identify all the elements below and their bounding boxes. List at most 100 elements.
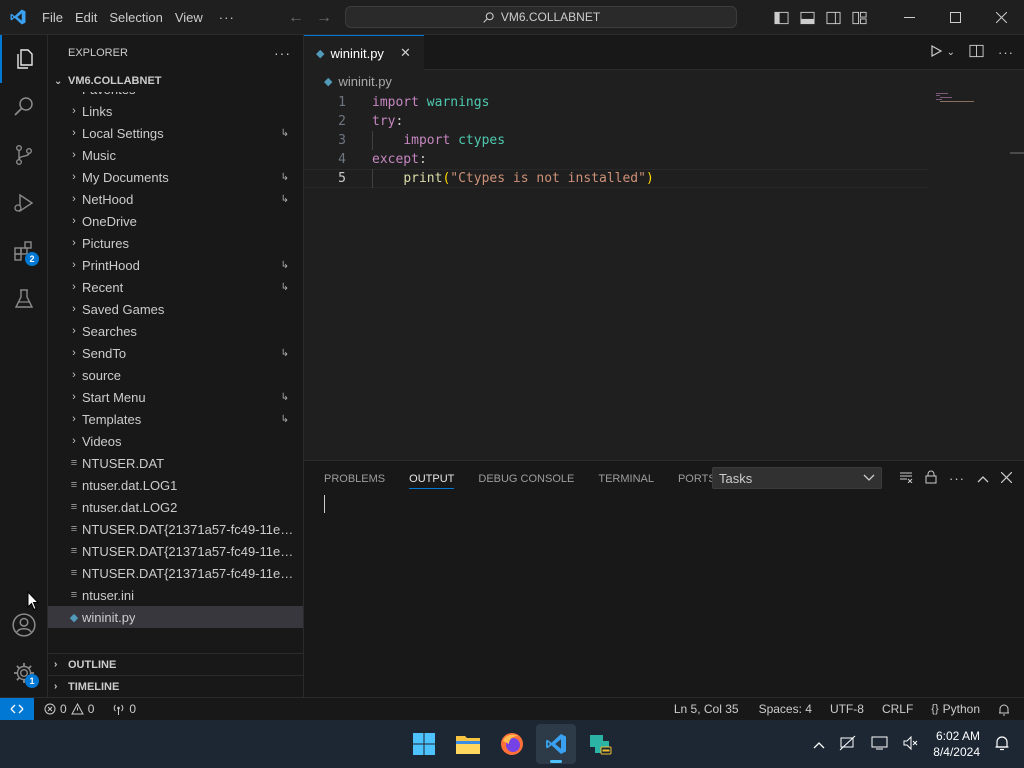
close-window-button[interactable]: [978, 0, 1024, 35]
problems-status[interactable]: 0 0: [38, 702, 100, 716]
panel-more-button[interactable]: ···: [949, 471, 965, 486]
back-arrow-icon[interactable]: ←: [288, 9, 304, 27]
clear-output-icon[interactable]: [899, 471, 913, 486]
notification-bell-icon[interactable]: [994, 734, 1010, 754]
vscode-taskbar-icon[interactable]: [536, 724, 576, 764]
file-item[interactable]: ≡ ntuser.dat.LOG2: [48, 496, 303, 518]
code-line[interactable]: 5 print("Ctypes is not installed"): [304, 169, 929, 188]
end-of-line[interactable]: CRLF: [876, 702, 919, 716]
forward-arrow-icon[interactable]: →: [316, 9, 332, 27]
file-item[interactable]: ≡ NTUSER.DAT{21371a57-fc49-11ee-a...: [48, 518, 303, 540]
code-line[interactable]: 2 try:: [304, 112, 929, 131]
editor-scrollbar[interactable]: [1010, 152, 1024, 154]
windows-start-icon[interactable]: [404, 724, 444, 764]
notifications-bell-icon[interactable]: [992, 703, 1016, 716]
breadcrumb-file[interactable]: wininit.py: [338, 74, 391, 89]
code-editor[interactable]: 1 import warnings 2 try: 3 import ctypes 4 exc…: [304, 92, 1024, 460]
folder-item[interactable]: ›Favorites: [48, 92, 303, 100]
file-item[interactable]: ≡ ntuser.ini: [48, 584, 303, 606]
maximize-button[interactable]: [932, 0, 978, 35]
split-editor-icon[interactable]: [969, 44, 984, 61]
command-center-search[interactable]: VM6.COLLABNET: [345, 6, 737, 28]
source-control-icon[interactable]: [0, 131, 48, 179]
minimize-button[interactable]: [886, 0, 932, 35]
tab-ports[interactable]: PORTS: [678, 473, 716, 485]
run-dropdown-chevron-icon[interactable]: ⌄: [947, 47, 955, 58]
search-view-icon[interactable]: [0, 83, 48, 131]
explorer-icon[interactable]: [0, 35, 48, 83]
network-status-icon[interactable]: [839, 735, 857, 754]
system-clock[interactable]: 6:02 AM 8/4/2024: [933, 728, 980, 760]
folder-item[interactable]: › Pictures: [48, 232, 303, 254]
folder-item[interactable]: › Music: [48, 144, 303, 166]
firefox-icon[interactable]: [492, 724, 532, 764]
code-line[interactable]: 3 import ctypes: [304, 131, 929, 150]
explorer-more-button[interactable]: ···: [274, 45, 291, 61]
code-line[interactable]: 1 import warnings: [304, 93, 929, 112]
tab-debug-console[interactable]: DEBUG CONSOLE: [478, 473, 574, 485]
file-item[interactable]: ≡ NTUSER.DAT: [48, 452, 303, 474]
close-tab-icon[interactable]: ✕: [400, 45, 411, 61]
tab-wininit-py[interactable]: ◆ wininit.py ✕: [304, 35, 424, 70]
tab-terminal[interactable]: TERMINAL: [598, 473, 654, 485]
file-item[interactable]: ≡ NTUSER.DAT{21371a57-fc49-11ee-a...: [48, 562, 303, 584]
accounts-icon[interactable]: [0, 601, 48, 649]
menu-more-button[interactable]: ···: [209, 0, 245, 35]
encoding[interactable]: UTF-8: [824, 702, 870, 716]
outline-section[interactable]: › OUTLINE: [48, 653, 303, 675]
editor-more-button[interactable]: ···: [998, 45, 1014, 60]
file-item[interactable]: ◆ wininit.py: [48, 606, 303, 628]
run-debug-icon[interactable]: [0, 179, 48, 227]
chevron-right-icon: ›: [72, 413, 76, 425]
folder-item[interactable]: › My Documents ↳: [48, 166, 303, 188]
tab-problems[interactable]: PROBLEMS: [324, 473, 385, 485]
folder-item[interactable]: › SendTo ↳: [48, 342, 303, 364]
folder-item[interactable]: › Saved Games: [48, 298, 303, 320]
file-item[interactable]: ≡ NTUSER.DAT{21371a57-fc49-11ee-a...: [48, 540, 303, 562]
cursor-position[interactable]: Ln 5, Col 35: [668, 702, 745, 716]
lock-scroll-icon[interactable]: [925, 470, 937, 487]
menu-edit[interactable]: Edit: [69, 0, 103, 35]
indentation[interactable]: Spaces: 4: [753, 702, 818, 716]
output-channel-select[interactable]: Tasks: [712, 467, 882, 489]
workspace-root-header[interactable]: ⌄ VM6.COLLABNET: [48, 70, 303, 92]
ports-status[interactable]: 0: [106, 702, 142, 716]
manage-gear-icon[interactable]: 1: [0, 649, 48, 697]
code-line[interactable]: 4 except:: [304, 150, 929, 169]
toggle-primary-sidebar-icon[interactable]: [768, 0, 794, 35]
display-icon[interactable]: [871, 735, 889, 754]
menu-file[interactable]: File: [36, 0, 69, 35]
run-python-file-icon[interactable]: [929, 44, 943, 61]
toggle-panel-icon[interactable]: [794, 0, 820, 35]
folder-item[interactable]: › Videos: [48, 430, 303, 452]
tree-item-label: Favorites: [82, 92, 135, 97]
testing-icon[interactable]: [0, 275, 48, 323]
menu-selection[interactable]: Selection: [103, 0, 168, 35]
folder-item[interactable]: › Links: [48, 100, 303, 122]
folder-item[interactable]: › Templates ↳: [48, 408, 303, 430]
tab-output[interactable]: OUTPUT: [409, 469, 455, 489]
close-panel-icon[interactable]: [1000, 471, 1013, 486]
volume-muted-icon[interactable]: [903, 735, 919, 754]
folder-item[interactable]: › source: [48, 364, 303, 386]
folder-item[interactable]: › OneDrive: [48, 210, 303, 232]
python-app-icon[interactable]: [580, 724, 620, 764]
folder-item[interactable]: › Local Settings ↳: [48, 122, 303, 144]
minimap[interactable]: [936, 92, 976, 112]
folder-item[interactable]: › PrintHood ↳: [48, 254, 303, 276]
folder-item[interactable]: › Start Menu ↳: [48, 386, 303, 408]
folder-item[interactable]: › Searches: [48, 320, 303, 342]
maximize-panel-icon[interactable]: [977, 471, 989, 486]
file-item[interactable]: ≡ ntuser.dat.LOG1: [48, 474, 303, 496]
toggle-secondary-sidebar-icon[interactable]: [820, 0, 846, 35]
timeline-section[interactable]: › TIMELINE: [48, 675, 303, 697]
menu-view[interactable]: View: [169, 0, 209, 35]
file-explorer-icon[interactable]: [448, 724, 488, 764]
folder-item[interactable]: › Recent ↳: [48, 276, 303, 298]
chevron-up-icon[interactable]: [813, 737, 825, 752]
folder-item[interactable]: › NetHood ↳: [48, 188, 303, 210]
extensions-icon[interactable]: 2: [0, 227, 48, 275]
remote-indicator-icon[interactable]: [0, 698, 34, 720]
language-mode[interactable]: {} Python: [925, 702, 986, 716]
customize-layout-icon[interactable]: [846, 0, 872, 35]
